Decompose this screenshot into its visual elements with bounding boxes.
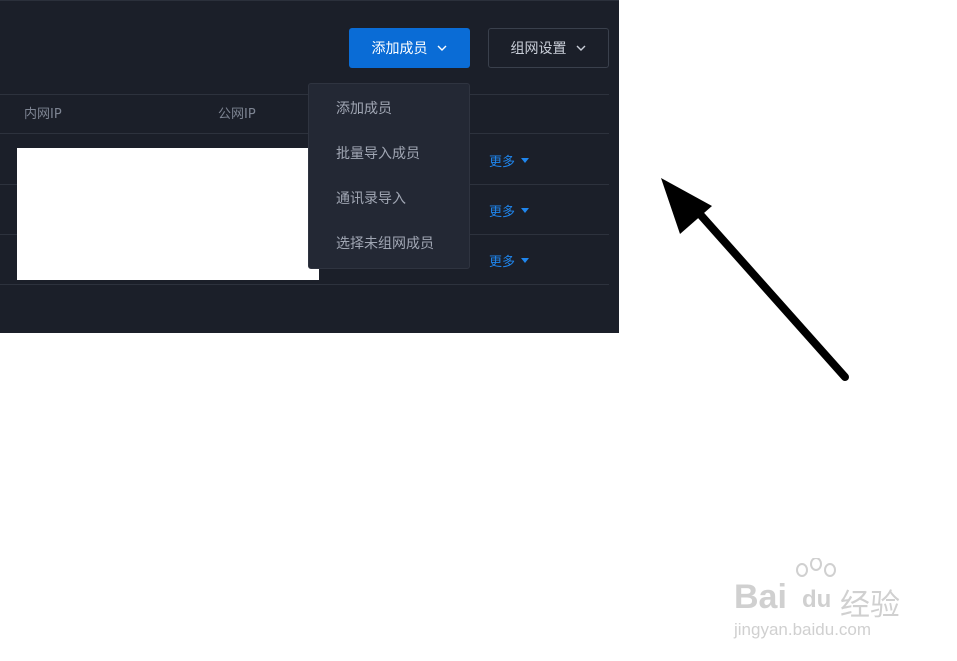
- watermark-brand: Bai: [734, 578, 787, 616]
- watermark-url: jingyan.baidu.com: [734, 620, 872, 639]
- watermark-brand-du: du: [802, 586, 832, 613]
- watermark-product: 经验: [840, 589, 900, 622]
- baidu-jingyan-watermark: Bai du 经验 jingyan.baidu.com: [730, 558, 910, 648]
